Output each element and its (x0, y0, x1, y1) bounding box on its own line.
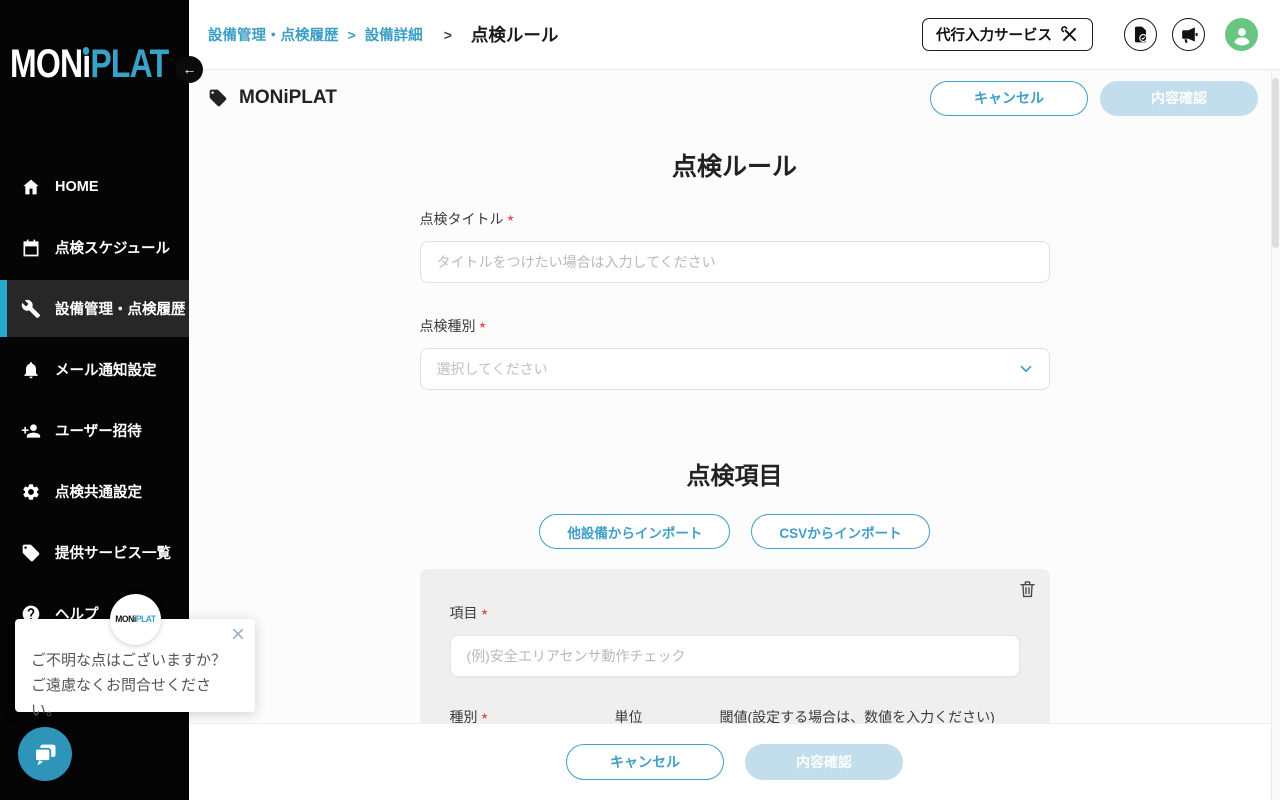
sidebar-item-mail-notification[interactable]: メール通知設定 (0, 341, 189, 398)
chat-bubbles-icon (31, 740, 59, 768)
topbar-actions: 代行入力サービス (922, 18, 1258, 51)
calendar-icon (21, 238, 41, 258)
announcements-button[interactable] (1172, 18, 1205, 51)
user-add-icon (21, 421, 41, 441)
topbar: 設備管理・点検履歴 > 設備詳細 > 点検ルール 代行入力サービス (189, 0, 1280, 70)
inspection-rule-form: 点検ルール 点検タイトル★ 点検種別★ 選択してください 点検項目 他設備からイ… (420, 147, 1050, 779)
confirm-button-top[interactable]: 内容確認 (1100, 81, 1258, 116)
sidebar-item-label: 提供サービス一覧 (55, 542, 171, 563)
page-head: MONiPLAT キャンセル 内容確認 (189, 70, 1280, 126)
inspection-type-select[interactable]: 選択してください (420, 348, 1050, 390)
document-check-icon (1131, 25, 1150, 44)
cancel-button-bottom[interactable]: キャンセル (566, 744, 724, 780)
breadcrumb-current-page: 点検ルール (471, 22, 559, 47)
sidebar-item-label: ユーザー招待 (55, 420, 142, 441)
required-mark: ★ (507, 213, 515, 223)
page-title: 点検ルール (420, 147, 1050, 183)
sidebar-nav: HOME 点検スケジュール 設備管理・点検履歴 メール通知設定 ユーザー招待 点… (0, 158, 189, 646)
sidebar-item-inspection-common-settings[interactable]: 点検共通設定 (0, 463, 189, 520)
wrench-icon (21, 299, 41, 319)
sidebar-item-label: HOME (55, 179, 99, 195)
scrollbar-track (1271, 70, 1280, 800)
logo-i: ı (82, 42, 90, 87)
sidebar-item-label: 点検スケジュール (55, 237, 170, 258)
proxy-input-service-button[interactable]: 代行入力サービス (922, 18, 1093, 51)
megaphone-icon (1179, 25, 1198, 44)
sidebar-item-inspection-schedule[interactable]: 点検スケジュール (0, 219, 189, 276)
confirm-button-bottom[interactable]: 内容確認 (745, 744, 903, 780)
logo-plat: PLAT (90, 42, 168, 86)
sidebar-item-label: 点検共通設定 (55, 481, 142, 502)
delete-item-button[interactable] (1017, 579, 1038, 603)
sidebar-collapse-button[interactable]: ← (176, 56, 203, 83)
home-icon (21, 177, 41, 197)
inspection-type-label: 点検種別★ (420, 316, 1050, 336)
item-name-input[interactable] (450, 635, 1020, 677)
import-from-csv-button[interactable]: CSVからインポート (751, 514, 929, 549)
sidebar-item-equipment-management[interactable]: 設備管理・点検履歴 (0, 280, 189, 337)
trash-icon (1017, 579, 1038, 600)
entity: MONiPLAT (208, 87, 337, 109)
item-label: 項目★ (450, 603, 1020, 623)
bell-icon (21, 360, 41, 380)
breadcrumb-separator: > (444, 27, 452, 43)
main-content: MONiPLAT キャンセル 内容確認 点検ルール 点検タイトル★ 点検種別★ … (189, 70, 1280, 800)
head-buttons: キャンセル 内容確認 (930, 81, 1258, 116)
required-mark: ★ (481, 711, 489, 721)
import-buttons: 他設備からインポート CSVからインポート (420, 514, 1050, 549)
chat-launcher-button[interactable] (18, 727, 72, 781)
sidebar-item-user-invite[interactable]: ユーザー招待 (0, 402, 189, 459)
label-tag-icon (208, 88, 228, 108)
collapse-arrow-icon: ← (183, 61, 197, 77)
close-icon[interactable]: × (231, 621, 245, 650)
required-mark: ★ (479, 320, 487, 330)
proxy-button-label: 代行入力サービス (936, 24, 1052, 45)
footer-bar: キャンセル 内容確認 (189, 723, 1280, 800)
person-icon (1229, 22, 1255, 48)
user-avatar[interactable] (1225, 18, 1258, 51)
breadcrumb-equipment-detail[interactable]: 設備詳細 (365, 24, 423, 45)
entity-label: MONiPLAT (239, 87, 337, 109)
cancel-button-top[interactable]: キャンセル (930, 81, 1088, 116)
moniplat-mini-logo: MONiPLAT (115, 614, 155, 625)
report-check-button[interactable] (1124, 18, 1157, 51)
chat-message: ご不明な点はございますか？ご遠慮なくお問合せください。 (31, 649, 239, 723)
crossed-tools-icon (1060, 25, 1079, 44)
breadcrumb: 設備管理・点検履歴 > 設備詳細 > 点検ルール (208, 22, 922, 47)
sidebar-item-label: 設備管理・点検履歴 (55, 298, 186, 319)
sidebar-item-label: メール通知設定 (55, 359, 157, 380)
gear-icon (21, 482, 41, 502)
inspection-items-heading: 点検項目 (420, 456, 1050, 491)
inspection-title-input[interactable] (420, 241, 1050, 283)
breadcrumb-separator: > (348, 27, 356, 43)
breadcrumb-equipment-management[interactable]: 設備管理・点検履歴 (208, 24, 339, 45)
required-mark: ★ (481, 607, 489, 617)
services-tag-icon (21, 543, 41, 563)
sidebar-item-home[interactable]: HOME (0, 158, 189, 215)
logo-mon: MON (10, 42, 82, 86)
scrollbar-thumb[interactable] (1272, 78, 1279, 248)
chat-brand-avatar: MONiPLAT (110, 594, 161, 645)
chevron-down-icon (1017, 360, 1035, 378)
inspection-title-label: 点検タイトル★ (420, 209, 1050, 229)
moniplat-logo[interactable]: MONıPLAT (10, 42, 168, 87)
import-from-equipment-button[interactable]: 他設備からインポート (539, 514, 730, 549)
sidebar-item-services-list[interactable]: 提供サービス一覧 (0, 524, 189, 581)
select-placeholder: 選択してください (437, 359, 548, 379)
